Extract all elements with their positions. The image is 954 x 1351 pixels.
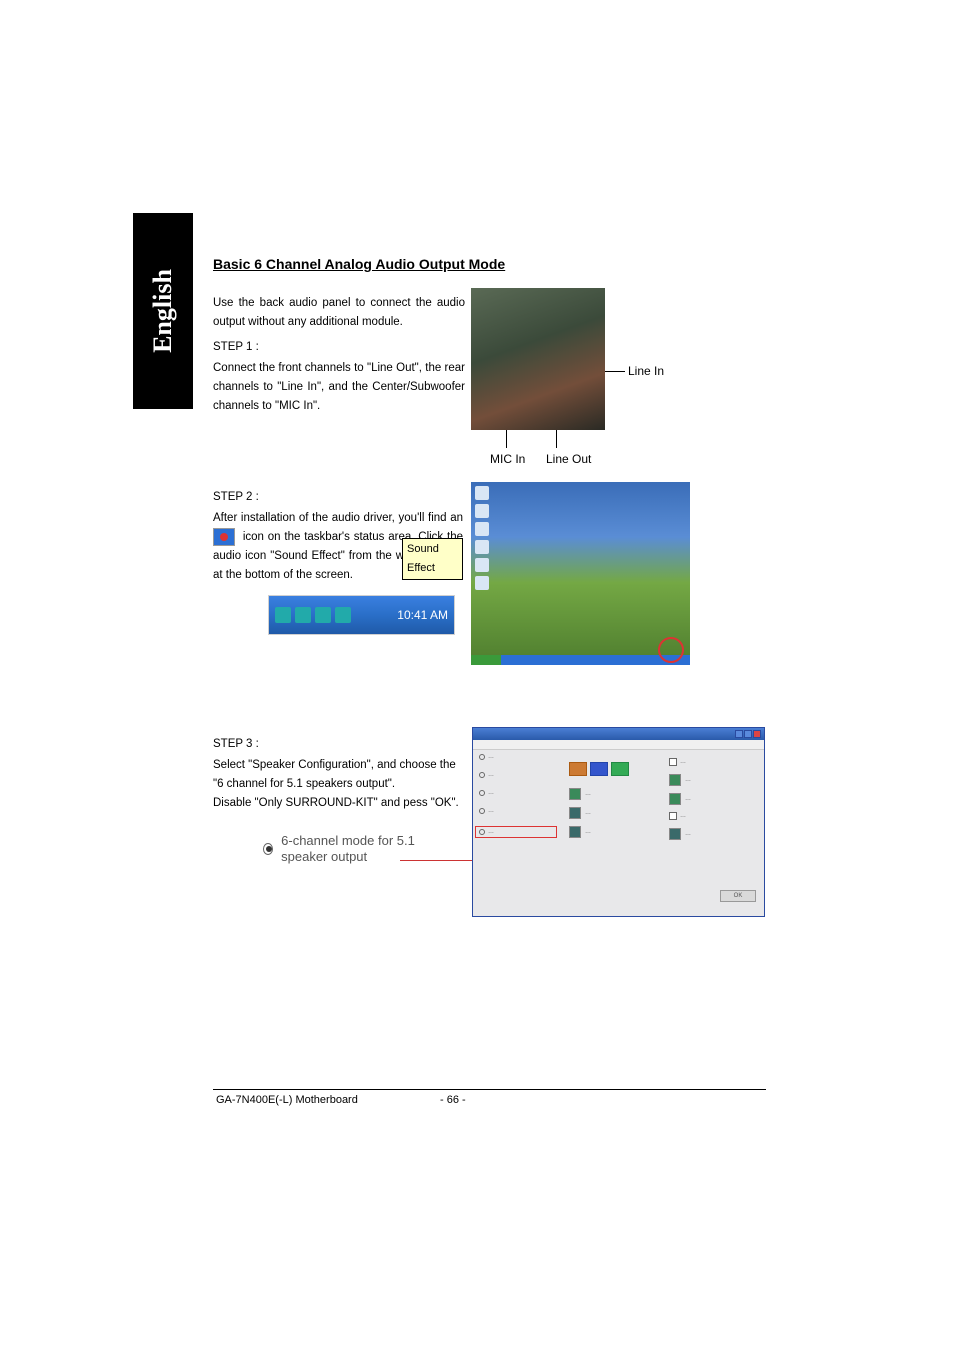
language-tab: English bbox=[133, 213, 193, 409]
tray-icon bbox=[315, 607, 331, 623]
dialog-tabs bbox=[473, 740, 764, 750]
highlight-circle bbox=[658, 637, 684, 663]
sound-effect-icon bbox=[213, 528, 235, 546]
step1-label: STEP 1 : bbox=[213, 338, 465, 357]
audio-panel-photo bbox=[471, 288, 605, 430]
desktop-taskbar bbox=[471, 655, 690, 665]
callout-line-option bbox=[400, 860, 473, 861]
tray-icon bbox=[295, 607, 311, 623]
step1-body: Connect the front channels to "Line Out"… bbox=[213, 359, 465, 416]
desktop-icon bbox=[475, 486, 489, 500]
dialog-titlebar bbox=[473, 728, 764, 740]
label-line-in: Line In bbox=[628, 364, 664, 378]
desktop-screenshot bbox=[471, 482, 690, 665]
callout-line-micin bbox=[506, 430, 507, 448]
step3-label: STEP 3 : bbox=[213, 735, 463, 754]
footer-model: GA-7N400E(-L) Motherboard bbox=[216, 1094, 358, 1106]
desktop-icon bbox=[475, 540, 489, 554]
footer-page-number: - 66 - bbox=[440, 1094, 466, 1106]
language-tab-text: English bbox=[148, 269, 178, 353]
taskbar-figure: Sound Effect 10:41 AM bbox=[268, 595, 455, 635]
start-button bbox=[471, 655, 501, 665]
section-heading: Basic 6 Channel Analog Audio Output Mode bbox=[213, 256, 767, 272]
step2-body-a: After installation of the audio driver, … bbox=[213, 512, 463, 524]
intro-paragraph: Use the back audio panel to connect the … bbox=[213, 294, 465, 332]
tray-icon bbox=[335, 607, 351, 623]
callout-line-lineout bbox=[556, 430, 557, 448]
maximize-icon bbox=[744, 730, 752, 738]
tray-time: 10:41 AM bbox=[397, 606, 448, 625]
desktop-icon bbox=[475, 558, 489, 572]
radio-icon bbox=[263, 843, 273, 855]
callout-line-linein bbox=[605, 371, 625, 372]
label-line-out: Line Out bbox=[546, 452, 591, 466]
highlighted-option: … bbox=[475, 826, 557, 838]
label-mic-in: MIC In bbox=[490, 452, 525, 466]
minimize-icon bbox=[735, 730, 743, 738]
footer-rule bbox=[213, 1089, 766, 1090]
step3-line3: Disable "Only SURROUND-KIT" and pess "OK… bbox=[213, 794, 463, 813]
desktop-icon bbox=[475, 576, 489, 590]
desktop-icon bbox=[475, 504, 489, 518]
config-dialog-figure: … … … … … … … … … … … … … OK bbox=[472, 727, 765, 917]
close-icon bbox=[753, 730, 761, 738]
ok-button: OK bbox=[720, 890, 756, 902]
desktop-icon bbox=[475, 522, 489, 536]
tray-icon bbox=[275, 607, 291, 623]
step3-line2: "6 channel for 5.1 speakers output". bbox=[213, 775, 463, 794]
step2-label: STEP 2 : bbox=[213, 488, 463, 507]
step3-line1: Select "Speaker Configuration", and choo… bbox=[213, 756, 463, 775]
tray-tooltip: Sound Effect bbox=[402, 538, 463, 580]
